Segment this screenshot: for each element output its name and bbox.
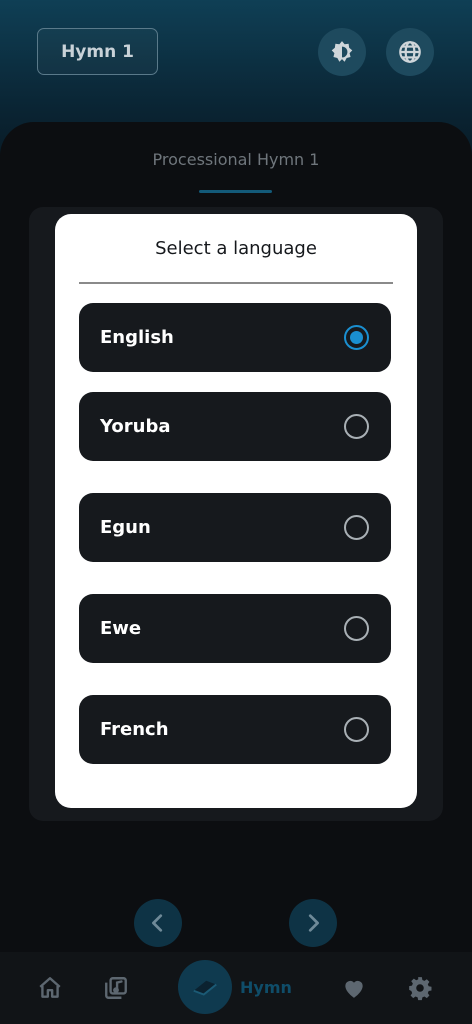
nav-settings[interactable] — [406, 974, 434, 1002]
dialog-title: Select a language — [155, 238, 317, 259]
brightness-button[interactable] — [318, 28, 366, 76]
nav-home[interactable] — [36, 974, 64, 1002]
language-option-ewe[interactable]: Ewe — [79, 594, 391, 663]
language-option-french[interactable]: French — [79, 695, 391, 764]
radio-selected-icon[interactable] — [344, 325, 369, 350]
language-label: English — [100, 327, 174, 348]
nav-favorites[interactable] — [340, 974, 368, 1002]
language-label: Ewe — [100, 618, 142, 639]
language-option-yoruba[interactable]: Yoruba — [79, 392, 391, 461]
language-option-egun[interactable]: Egun — [79, 493, 391, 562]
radio-unselected-icon[interactable] — [344, 414, 369, 439]
nav-hymn[interactable] — [178, 960, 232, 1014]
next-hymn-button[interactable] — [289, 899, 337, 947]
radio-unselected-icon[interactable] — [344, 616, 369, 641]
home-icon — [39, 977, 61, 998]
title-underline — [199, 190, 272, 193]
bottom-navigation — [0, 952, 472, 1024]
hymn-number-chip[interactable]: Hymn 1 — [37, 28, 158, 75]
language-label: Egun — [100, 517, 151, 538]
language-label: French — [100, 719, 169, 740]
language-label: Yoruba — [100, 416, 171, 437]
nav-hymn-label[interactable]: Hymn — [240, 978, 292, 997]
radio-unselected-icon[interactable] — [344, 717, 369, 742]
library-icon — [105, 977, 127, 999]
language-dialog: Select a language English Yoruba Egun Ew… — [55, 214, 417, 808]
chevron-left-icon — [152, 914, 163, 932]
globe-icon — [399, 41, 421, 63]
previous-hymn-button[interactable] — [134, 899, 182, 947]
brightness-icon — [331, 41, 353, 62]
language-option-english[interactable]: English — [79, 303, 391, 372]
chevron-right-icon — [308, 914, 319, 932]
dialog-divider — [79, 282, 393, 284]
hymn-title: Processional Hymn 1 — [152, 150, 320, 169]
gear-icon — [409, 977, 432, 1001]
book-icon — [193, 980, 217, 996]
radio-unselected-icon[interactable] — [344, 515, 369, 540]
nav-library[interactable] — [102, 974, 130, 1002]
heart-icon — [345, 980, 363, 998]
language-button[interactable] — [386, 28, 434, 76]
